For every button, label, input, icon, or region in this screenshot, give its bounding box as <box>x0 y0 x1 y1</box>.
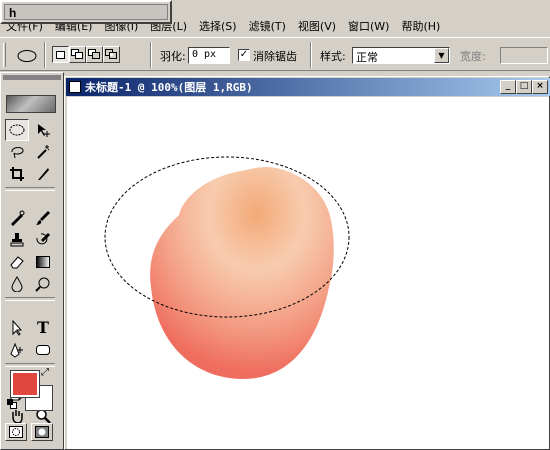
menu-view[interactable]: 视图(V) <box>292 19 342 35</box>
edit-mode-group <box>5 423 53 441</box>
subtract-selection-icon <box>88 49 100 59</box>
apple-shape <box>150 167 334 379</box>
add-selection-button[interactable] <box>69 46 86 63</box>
canvas-artwork <box>104 156 350 379</box>
layer-name-popup[interactable]: h <box>0 0 172 24</box>
color-picker-area: ⤢ <box>7 367 59 415</box>
menu-window[interactable]: 窗口(W) <box>342 19 395 35</box>
brush-icon[interactable] <box>31 207 55 229</box>
clone-stamp-icon[interactable] <box>5 229 29 251</box>
feather-label: 羽化: <box>160 50 186 63</box>
marquee-ellipse-icon[interactable] <box>5 119 29 141</box>
add-selection-icon <box>71 49 83 59</box>
quick-mask-icon <box>35 426 49 438</box>
antialias-label: 消除锯齿 <box>253 50 297 63</box>
eraser-icon[interactable] <box>5 251 29 273</box>
intersect-selection-button[interactable] <box>103 46 120 63</box>
feather-input[interactable]: 0 px <box>188 47 230 64</box>
pen-icon[interactable] <box>5 339 29 361</box>
tool-options-bar: 羽化: 0 px ✓ 消除锯齿 样式: 正常 ▼ 宽度: <box>0 37 550 71</box>
menu-select[interactable]: 选择(S) <box>193 19 243 35</box>
standard-mode-icon <box>9 426 23 438</box>
toolbox-titlebar[interactable] <box>3 75 61 80</box>
style-label: 样式: <box>320 50 346 63</box>
width-input <box>500 47 548 64</box>
toolbox-panel: T ⤢ <box>0 72 64 450</box>
quick-mask-button[interactable] <box>31 423 53 441</box>
subtract-selection-button[interactable] <box>86 46 103 63</box>
lasso-icon[interactable] <box>5 141 29 163</box>
swap-colors-icon[interactable]: ⤢ <box>41 367 49 378</box>
width-label: 宽度: <box>460 50 486 63</box>
gradient-icon[interactable] <box>31 251 55 273</box>
chevron-down-icon[interactable]: ▼ <box>434 48 449 63</box>
ellipse-marquee-preview-icon <box>17 50 37 62</box>
layer-name-popup-text[interactable]: h <box>4 4 168 20</box>
standard-mode-button[interactable] <box>5 423 27 441</box>
history-brush-icon[interactable] <box>31 229 55 251</box>
move-icon[interactable] <box>31 119 55 141</box>
shape-icon[interactable] <box>31 339 55 361</box>
document-icon <box>69 81 81 93</box>
blur-icon[interactable] <box>5 273 29 295</box>
healing-brush-icon[interactable] <box>5 207 29 229</box>
antialias-checkbox[interactable]: ✓ <box>238 49 250 61</box>
tool-preset-picker[interactable] <box>14 46 40 66</box>
crop-icon[interactable] <box>5 163 29 185</box>
document-window: 未标题-1 @ 100%(图层 1,RGB) _ □ × <box>64 76 550 450</box>
selection-mode-group <box>52 46 120 63</box>
new-selection-icon <box>56 50 65 59</box>
new-selection-button[interactable] <box>52 46 69 63</box>
style-dropdown-value: 正常 <box>356 51 378 64</box>
dodge-icon[interactable] <box>31 273 55 295</box>
document-title: 未标题-1 @ 100%(图层 1,RGB) <box>85 81 253 94</box>
foreground-color-swatch[interactable] <box>10 370 40 398</box>
slice-icon[interactable] <box>31 163 55 185</box>
toolbox-divider <box>5 297 55 301</box>
type-icon[interactable]: T <box>31 317 55 339</box>
toolbox-divider <box>5 187 55 191</box>
menu-help[interactable]: 帮助(H) <box>395 19 446 35</box>
menu-filter[interactable]: 滤镜(T) <box>243 19 292 35</box>
options-separator <box>44 42 46 68</box>
style-dropdown[interactable]: 正常 ▼ <box>352 47 450 64</box>
minimize-button[interactable]: _ <box>500 80 516 94</box>
maximize-button[interactable]: □ <box>516 80 532 94</box>
window-controls: _ □ × <box>500 80 548 94</box>
options-separator <box>310 42 312 68</box>
document-titlebar[interactable]: 未标题-1 @ 100%(图层 1,RGB) _ □ × <box>66 78 550 96</box>
options-separator <box>150 42 152 68</box>
close-button[interactable]: × <box>532 80 548 94</box>
app-logo-icon[interactable] <box>6 95 56 113</box>
path-select-icon[interactable] <box>5 317 29 339</box>
document-canvas[interactable] <box>67 97 549 449</box>
magic-wand-icon[interactable] <box>31 141 55 163</box>
options-grip[interactable] <box>3 43 6 67</box>
intersect-selection-icon <box>105 49 117 59</box>
default-colors-icon[interactable] <box>7 399 17 409</box>
